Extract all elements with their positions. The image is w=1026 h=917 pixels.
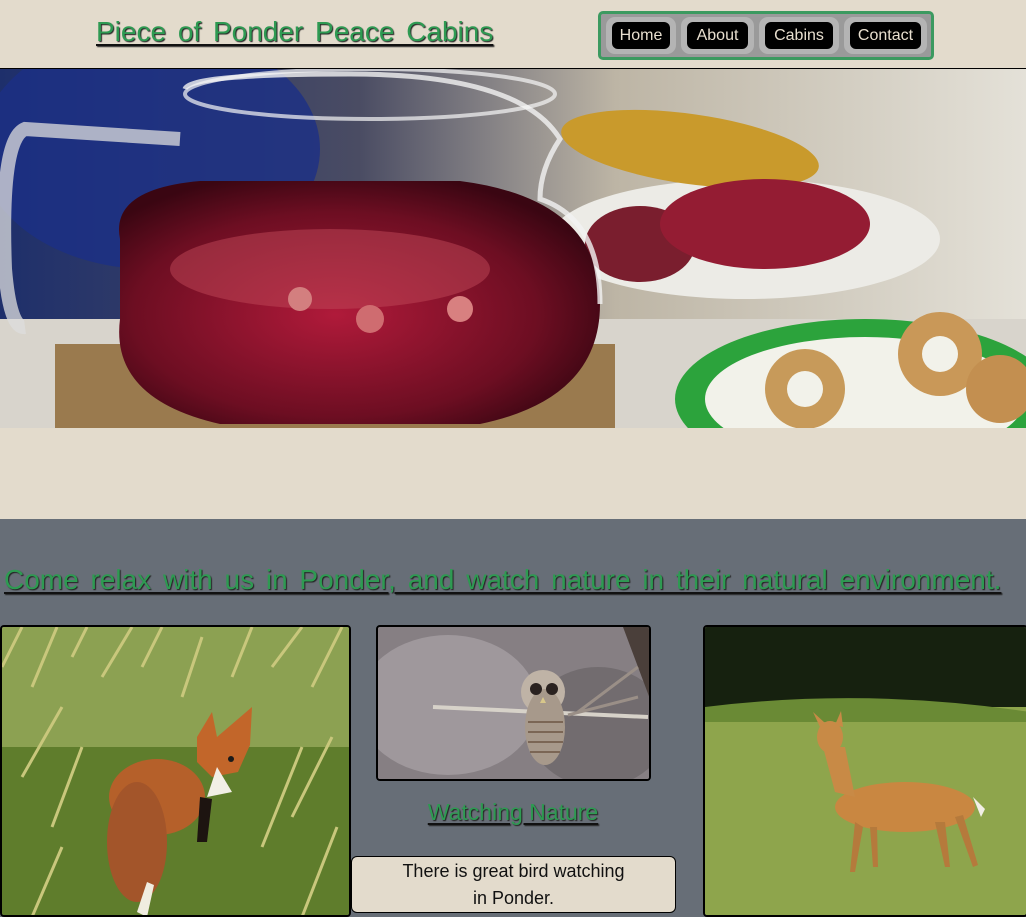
nav-cabins-label[interactable]: Cabins [765,22,833,49]
site-title[interactable]: Piece of Ponder Peace Cabins [96,16,493,48]
nav-contact-label[interactable]: Contact [850,22,921,49]
hero-image [0,68,1026,428]
nav-home-button[interactable]: Home [606,17,676,54]
main-content: Come relax with us in Ponder, and watch … [0,519,1026,917]
spacer-band [0,428,1026,519]
fox-photo [0,625,351,917]
site-header: Piece of Ponder Peace Cabins Home About … [0,0,1026,68]
nav-cabins-button[interactable]: Cabins [759,17,839,54]
deer-photo [703,625,1026,917]
description-text: There is great bird watching in Ponder. [402,860,625,908]
fruit-tea-pitcher-photo [0,69,1026,428]
tagline[interactable]: Come relax with us in Ponder, and watch … [4,564,1001,596]
owl-photo [376,625,651,781]
nav-home-label[interactable]: Home [612,22,670,49]
main-nav: Home About Cabins Contact [598,11,934,60]
nav-about-label[interactable]: About [687,22,748,49]
nav-contact-button[interactable]: Contact [844,17,927,54]
description-box: There is great bird watching in Ponder. [351,856,676,913]
nav-about-button[interactable]: About [681,17,754,54]
section-title[interactable]: Watching Nature [350,799,676,826]
